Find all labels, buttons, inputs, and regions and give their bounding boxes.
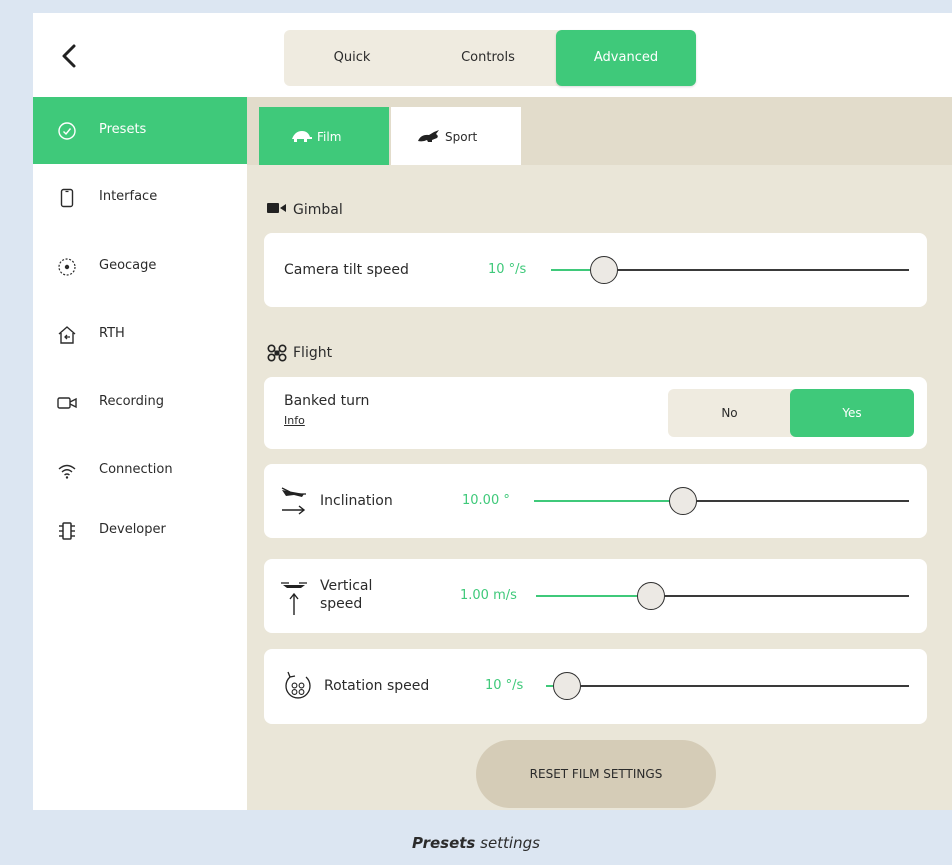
camera-tilt-speed-value: 10 °/s — [488, 262, 527, 277]
tab-sport-label: Sport — [445, 130, 478, 144]
drone-up-icon — [281, 582, 307, 615]
preset-subtabs: Film Sport — [247, 97, 952, 165]
tab-advanced[interactable]: Advanced — [556, 30, 696, 86]
phone-icon — [60, 188, 74, 208]
drone-icon — [267, 344, 287, 362]
tab-film[interactable]: Film — [259, 107, 389, 165]
sidebar-item-recording[interactable]: Recording — [33, 369, 247, 437]
check-circle-icon — [58, 122, 76, 140]
back-button[interactable] — [55, 41, 85, 71]
banked-turn-no-option[interactable]: No — [668, 389, 791, 437]
wifi-icon — [58, 464, 76, 479]
sidebar-item-label: Geocage — [99, 258, 157, 273]
inclination-slider[interactable] — [534, 486, 909, 516]
turtle-icon — [292, 131, 312, 142]
camera-tilt-speed-row: Camera tilt speed 10 °/s — [264, 233, 927, 307]
sidebar-item-label: Presets — [99, 122, 147, 137]
sidebar-item-developer[interactable]: Developer — [33, 497, 247, 565]
rotation-speed-slider[interactable] — [546, 671, 909, 701]
sidebar-item-interface[interactable]: Interface — [33, 164, 247, 232]
caption-bold: Presets — [412, 834, 476, 852]
inclination-value: 10.00 ° — [462, 493, 510, 508]
flight-section-title: Flight — [293, 345, 333, 361]
chevron-left-icon — [62, 44, 76, 68]
vertical-speed-row: Vertical speed 1.00 m/s — [264, 559, 927, 633]
inclination-row: Inclination 10.00 ° — [264, 464, 927, 538]
sidebar-item-rth[interactable]: RTH — [33, 301, 247, 369]
content-panel: Film Sport Gimbal Camera tilt speed 10 °… — [247, 97, 952, 810]
app-frame: Quick Controls Advanced Presets Interfac… — [33, 13, 952, 810]
figure-caption: Presets settings — [0, 834, 952, 852]
tab-controls[interactable]: Controls — [420, 30, 556, 86]
tab-quick[interactable]: Quick — [284, 30, 420, 86]
video-camera-icon — [57, 397, 77, 409]
drone-tilt-icon — [281, 487, 306, 515]
tab-sport[interactable]: Sport — [391, 107, 521, 165]
banked-turn-label: Banked turn — [284, 393, 370, 409]
sidebar-item-presets[interactable]: Presets — [33, 97, 247, 164]
caption-rest: settings — [475, 834, 540, 852]
vertical-speed-label-line2: speed — [320, 596, 363, 612]
mode-segmented-control: Quick Controls Advanced — [284, 30, 696, 86]
sidebar-item-label: Recording — [99, 394, 165, 409]
vertical-speed-label-line1: Vertical — [320, 578, 373, 594]
sidebar-item-geocage[interactable]: Geocage — [33, 233, 247, 301]
rotation-icon — [285, 671, 311, 699]
inclination-label: Inclination — [320, 493, 393, 509]
geocage-icon — [58, 258, 76, 276]
rotation-speed-value: 10 °/s — [485, 678, 524, 693]
rotation-speed-label: Rotation speed — [324, 678, 430, 694]
rotation-speed-slider-thumb[interactable] — [553, 672, 581, 700]
home-return-icon — [58, 326, 76, 344]
chip-icon — [59, 522, 75, 540]
sidebar-item-label: RTH — [99, 326, 125, 341]
banked-turn-yes-option[interactable]: Yes — [790, 389, 914, 437]
rabbit-icon — [418, 130, 439, 142]
tab-film-label: Film — [317, 130, 342, 144]
top-bar: Quick Controls Advanced — [33, 13, 952, 97]
camera-tilt-speed-label: Camera tilt speed — [284, 262, 409, 278]
sidebar: Presets Interface Geocage RTH Recording … — [33, 97, 247, 810]
camera-icon — [267, 203, 286, 213]
sidebar-item-connection[interactable]: Connection — [33, 437, 247, 505]
vertical-speed-slider-thumb[interactable] — [637, 582, 665, 610]
vertical-speed-value: 1.00 m/s — [460, 588, 517, 603]
sidebar-item-label: Connection — [99, 462, 173, 477]
camera-tilt-speed-slider[interactable] — [551, 255, 909, 285]
inclination-slider-thumb[interactable] — [669, 487, 697, 515]
camera-tilt-speed-slider-thumb[interactable] — [590, 256, 618, 284]
rotation-speed-row: Rotation speed 10 °/s — [264, 649, 927, 724]
sidebar-item-label: Interface — [99, 189, 158, 204]
reset-film-settings-button[interactable]: RESET FILM SETTINGS — [476, 740, 716, 808]
banked-turn-info-link[interactable]: Info — [284, 414, 305, 427]
vertical-speed-slider[interactable] — [536, 581, 909, 611]
banked-turn-toggle: No Yes — [668, 389, 914, 437]
sidebar-item-label: Developer — [99, 522, 166, 537]
banked-turn-row: Banked turn Info No Yes — [264, 377, 927, 449]
gimbal-section-title: Gimbal — [293, 202, 343, 218]
